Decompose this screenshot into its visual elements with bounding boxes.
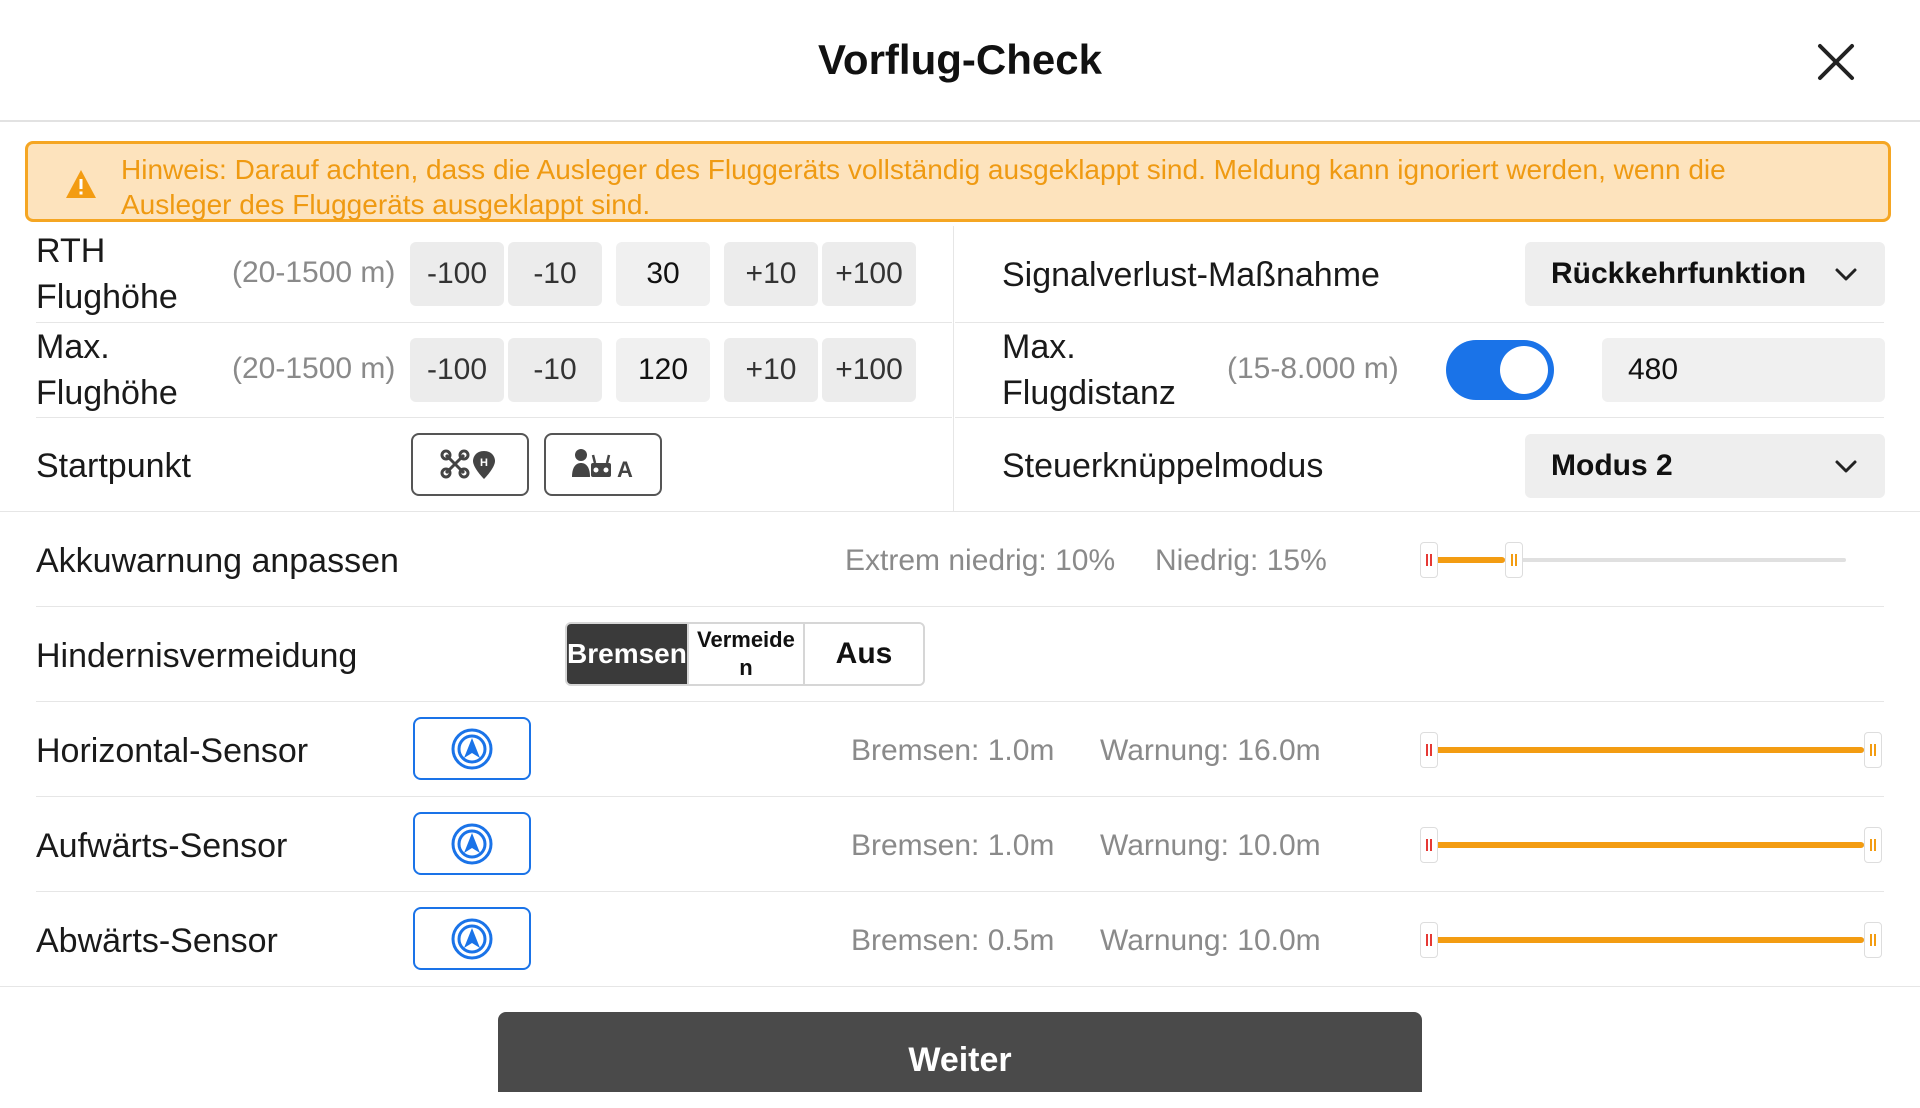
row-divider	[36, 796, 1884, 797]
rth-minus-100-button[interactable]: -100	[410, 242, 504, 306]
rth-minus-10-button[interactable]: -10	[508, 242, 602, 306]
row-divider	[0, 511, 1920, 512]
aircraft-home-point-button[interactable]: H	[411, 433, 529, 496]
signal-loss-selected: Rückkehrfunktion	[1551, 257, 1807, 290]
downward-sensor-slider[interactable]	[1420, 920, 1882, 960]
slider-fill	[1434, 557, 1505, 563]
arm-warning-notice: Hinweis: Darauf achten, dass die Auslege…	[25, 141, 1891, 222]
low-level-handle[interactable]	[1505, 542, 1523, 578]
max-height-minus-10-button[interactable]: -10	[508, 338, 602, 402]
notice-text: Hinweis: Darauf achten, dass die Auslege…	[121, 154, 1726, 220]
continue-button[interactable]: Weiter	[498, 1012, 1422, 1092]
obstacle-sensor-icon	[451, 918, 493, 959]
upward-sensor-slider[interactable]	[1420, 825, 1882, 865]
stick-mode-dropdown[interactable]: Modus 2	[1525, 434, 1885, 498]
obstacle-mode-off[interactable]: Aus	[805, 624, 923, 684]
row-divider	[955, 322, 1884, 323]
signal-loss-label: Signalverlust-Maßnahme	[1002, 256, 1380, 294]
row-divider	[36, 322, 952, 323]
rth-height-label: RTH Flughöhe	[36, 232, 178, 316]
upward-sensor-view-button[interactable]	[413, 812, 531, 875]
brake-distance-handle[interactable]	[1420, 732, 1438, 768]
sensor-label-horizontal: Horizontal-Sensor	[36, 732, 309, 770]
drone-home-point-icon: H	[440, 449, 495, 479]
downward-warn-text: Warnung: 10.0m	[1100, 924, 1321, 957]
downward-sensor-view-button[interactable]	[413, 907, 531, 970]
obstacle-sensor-icon	[451, 823, 493, 864]
max-height-label: Max. Flughöhe	[36, 328, 178, 412]
close-button[interactable]	[1812, 38, 1860, 86]
warning-distance-handle[interactable]	[1864, 732, 1882, 768]
warning-triangle-icon	[66, 170, 96, 198]
critical-level-handle[interactable]	[1420, 542, 1438, 578]
upward-warn-text: Warnung: 10.0m	[1100, 829, 1321, 862]
row-divider	[0, 986, 1920, 987]
battery-warning-slider[interactable]	[1420, 540, 1846, 580]
pilot-home-point-button[interactable]: A	[544, 433, 662, 496]
max-distance-range: (15-8.000 m)	[1227, 352, 1399, 385]
obstacle-mode-avoid[interactable]: Vermeide n	[686, 624, 806, 684]
slider-fill	[1434, 842, 1864, 848]
startpoint-label: Startpunkt	[36, 447, 191, 485]
battery-critical-text: Extrem niedrig: 10%	[845, 544, 1116, 577]
upward-brake-text: Bremsen: 1.0m	[851, 829, 1055, 862]
warning-distance-handle[interactable]	[1864, 827, 1882, 863]
warning-distance-handle[interactable]	[1864, 922, 1882, 958]
chevron-down-icon	[1835, 460, 1857, 473]
row-divider	[36, 417, 952, 418]
obstacle-mode-brake[interactable]: Bremsen	[567, 624, 687, 684]
battery-warning-label: Akkuwarnung anpassen	[36, 542, 399, 580]
max-height-plus-100-button[interactable]: +100	[822, 338, 916, 402]
rth-height-value[interactable]: 30	[616, 242, 710, 306]
row-divider	[36, 891, 1884, 892]
max-height-range: (20-1500 m)	[232, 352, 396, 385]
close-icon	[1818, 44, 1854, 80]
horizontal-sensor-slider[interactable]	[1420, 730, 1882, 770]
rth-plus-10-button[interactable]: +10	[724, 242, 818, 306]
obstacle-avoidance-label: Hindernisvermeidung	[36, 637, 358, 675]
stick-mode-selected: Modus 2	[1551, 449, 1673, 482]
row-divider	[955, 417, 1884, 418]
horizontal-brake-text: Bremsen: 1.0m	[851, 734, 1055, 767]
toggle-knob	[1500, 346, 1548, 394]
header-bar: Vorflug-Check	[0, 0, 1920, 122]
svg-text:H: H	[480, 457, 488, 469]
obstacle-sensor-icon	[451, 728, 493, 769]
battery-low-text: Niedrig: 15%	[1155, 544, 1327, 577]
max-distance-input[interactable]: 480	[1602, 338, 1885, 402]
row-divider	[36, 701, 1884, 702]
sensor-label-upward: Aufwärts-Sensor	[36, 827, 288, 865]
max-height-plus-10-button[interactable]: +10	[724, 338, 818, 402]
max-distance-toggle[interactable]	[1446, 340, 1554, 400]
rth-plus-100-button[interactable]: +100	[822, 242, 916, 306]
horizontal-warn-text: Warnung: 16.0m	[1100, 734, 1321, 767]
column-divider	[953, 226, 954, 511]
max-distance-label: Max. Flugdistanz	[1002, 328, 1176, 412]
slider-fill	[1434, 937, 1864, 943]
brake-distance-handle[interactable]	[1420, 827, 1438, 863]
pilot-home-point-icon: A	[572, 448, 633, 482]
slider-fill	[1434, 747, 1864, 753]
chevron-down-icon	[1835, 268, 1857, 281]
obstacle-mode-segmented: Bremsen Vermeide n Aus	[565, 622, 925, 686]
max-height-minus-100-button[interactable]: -100	[410, 338, 504, 402]
downward-brake-text: Bremsen: 0.5m	[851, 924, 1055, 957]
horizontal-sensor-view-button[interactable]	[413, 717, 531, 780]
svg-text:A: A	[617, 457, 633, 482]
row-divider	[36, 606, 1884, 607]
stick-mode-label: Steuerknüppelmodus	[1002, 447, 1324, 485]
rth-height-range: (20-1500 m)	[232, 256, 396, 289]
sensor-label-downward: Abwärts-Sensor	[36, 922, 278, 960]
signal-loss-dropdown[interactable]: Rückkehrfunktion	[1525, 242, 1885, 306]
brake-distance-handle[interactable]	[1420, 922, 1438, 958]
page-title: Vorflug-Check	[818, 36, 1102, 83]
max-height-value[interactable]: 120	[616, 338, 710, 402]
